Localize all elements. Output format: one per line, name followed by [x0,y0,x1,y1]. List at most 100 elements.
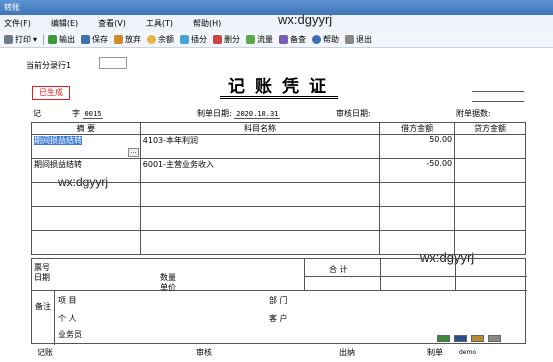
voucher-date[interactable]: 制单日期: 2020.10.31 [197,108,281,119]
debit-cell[interactable] [379,182,456,207]
account-cell[interactable] [139,230,381,255]
memo-icon [279,34,289,44]
exit-label: 退出 [356,34,373,44]
delete-label: 删分 [224,34,241,44]
printer-icon [4,34,13,44]
date-label: 制单日期: [197,109,232,118]
voucher-icon[interactable] [471,335,484,342]
help-icon [312,34,322,44]
attachments-label: 附单据数: [456,109,491,118]
toolbar-separator [43,33,45,45]
menu-view[interactable]: 查看(V) [98,18,126,29]
save-label: 保存 [92,34,109,44]
summary-cell[interactable]: 期间损益结转 [31,158,141,183]
save-button[interactable]: 保存 [81,34,108,45]
voucher-title: 记账凭证 [228,77,336,97]
audit-date: 审核日期: [336,108,371,119]
export-icon [48,34,58,44]
insert-label: 插分 [191,34,208,44]
summary-cell[interactable] [31,230,141,255]
discard-icon [114,34,124,44]
credit-cell[interactable] [454,134,526,159]
title-underline [220,98,338,99]
menu-edit[interactable]: 编辑(E) [51,18,78,29]
memo-button[interactable]: 备查 [279,34,306,45]
divider [380,259,381,290]
summary-cell[interactable] [31,206,141,231]
voucher-type[interactable]: 记 [33,108,41,119]
divider [304,259,305,290]
customer-label: 客 户 [269,314,288,323]
summary-cell[interactable]: 期间损益结转 [34,136,82,145]
account-cell[interactable]: 4103-本年利润 [139,134,381,159]
table-row[interactable] [31,230,526,255]
menu-tools[interactable]: 工具(T) [146,18,173,29]
debit-header: 借方金额 [379,122,456,135]
account-cell[interactable] [139,206,381,231]
maker-label: 制单 [427,348,443,357]
divider [32,290,527,291]
summary-lookup-button[interactable]: ... [128,148,139,157]
table-row[interactable] [31,182,526,207]
menu-file[interactable]: 文件(F) [4,18,31,29]
help-label: 帮助 [323,34,340,44]
credit-cell[interactable] [454,158,526,183]
floppy-disk-icon [81,34,91,44]
voucher-number-label: 字 [72,109,80,118]
audit-date-label: 审核日期: [336,109,371,118]
divider [455,259,456,290]
voucher-type-label: 记 [33,109,41,118]
department-label: 部 门 [269,296,288,305]
flow-icon [246,34,256,44]
export-button[interactable]: 输出 [48,34,75,45]
discard-label: 放弃 [125,34,142,44]
balance-button[interactable]: 余额 [147,34,174,45]
toolbar: 打印 ▾ 输出 保存 放弃 余额 插分 删分 流量 备查 帮助 退出 [0,31,553,48]
voucher-footer-panel: 票号 日期 数量 单价 合 计 备注 项 目 部 门 个 人 客 户 业务员 [31,258,527,345]
table-row[interactable] [31,206,526,231]
account-cell[interactable] [139,182,381,207]
summary-header: 摘 要 [31,122,141,135]
credit-cell[interactable] [454,182,526,207]
watermark-top: wx:dgyyrj [278,12,333,27]
credit-cell[interactable] [454,230,526,255]
maker-name: demo [459,349,477,356]
debit-cell[interactable] [379,230,456,255]
delete-entry-button[interactable]: 删分 [213,34,240,45]
insert-row-icon [180,34,190,44]
header-right-line [472,91,524,92]
discard-button[interactable]: 放弃 [114,34,141,45]
debit-cell[interactable]: -50.00 [379,158,456,183]
voucher-number-value: 0015 [82,110,104,119]
summary-cell[interactable] [31,182,141,207]
credit-cell[interactable] [454,206,526,231]
memo-label: 备查 [290,34,307,44]
help-button[interactable]: 帮助 [312,34,339,45]
print-button[interactable]: 打印 ▾ [4,34,37,45]
attachments[interactable]: 附单据数: [456,108,491,119]
cash-flow-button[interactable]: 流量 [246,34,273,45]
audit-label: 审核 [196,348,212,357]
exit-button[interactable]: 退出 [345,34,372,45]
voucher-icon[interactable] [437,335,450,342]
delete-row-icon [213,34,223,44]
total-label: 合 计 [329,265,348,274]
cashier-label: 出纳 [339,348,355,357]
menu-bar: 文件(F) 编辑(E) 查看(V) 工具(T) 帮助(H) [0,15,553,31]
insert-entry-button[interactable]: 插分 [180,34,207,45]
current-row-field[interactable] [99,57,127,69]
coin-icon [147,34,157,44]
table-row[interactable]: 期间损益结转 6001-主营业务收入 -50.00 [31,158,526,183]
menu-help[interactable]: 帮助(H) [193,18,221,29]
debit-cell[interactable]: 50.00 [379,134,456,159]
voucher-number[interactable]: 字 0015 [72,108,104,119]
debit-cell[interactable] [379,206,456,231]
voucher-icon[interactable] [488,335,501,342]
voucher-icon[interactable] [454,335,467,342]
account-cell[interactable]: 6001-主营业务收入 [139,158,381,183]
export-label: 输出 [59,34,76,44]
print-dropdown-icon[interactable]: ▾ [33,35,37,44]
table-row[interactable]: 期间损益结转 4103-本年利润 50.00 [31,134,526,159]
credit-header: 贷方金额 [454,122,526,135]
item-label: 项 目 [58,296,77,305]
